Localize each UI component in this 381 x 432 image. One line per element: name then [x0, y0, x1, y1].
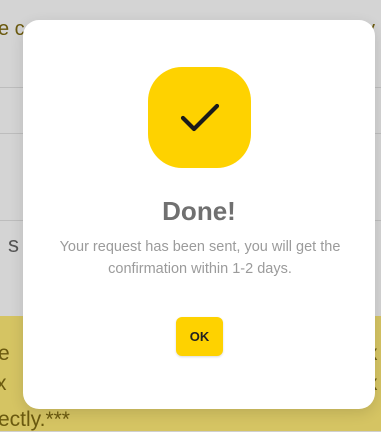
- background-heading-fragment: s: [8, 232, 19, 257]
- background-text-fragment: x: [0, 372, 7, 395]
- background-text-fragment: e c: [0, 18, 25, 40]
- dialog-message: Your request has been sent, you will get…: [59, 239, 341, 277]
- success-icon-tile: [148, 67, 251, 168]
- ok-button[interactable]: OK: [176, 317, 223, 356]
- checkmark-icon: [180, 103, 219, 131]
- success-dialog: Done! Your request has been sent, you wi…: [23, 20, 375, 409]
- background-text-fragment: e: [0, 342, 10, 365]
- dialog-title: Done!: [162, 196, 236, 226]
- background-text-fragment: ectly.***: [0, 408, 70, 431]
